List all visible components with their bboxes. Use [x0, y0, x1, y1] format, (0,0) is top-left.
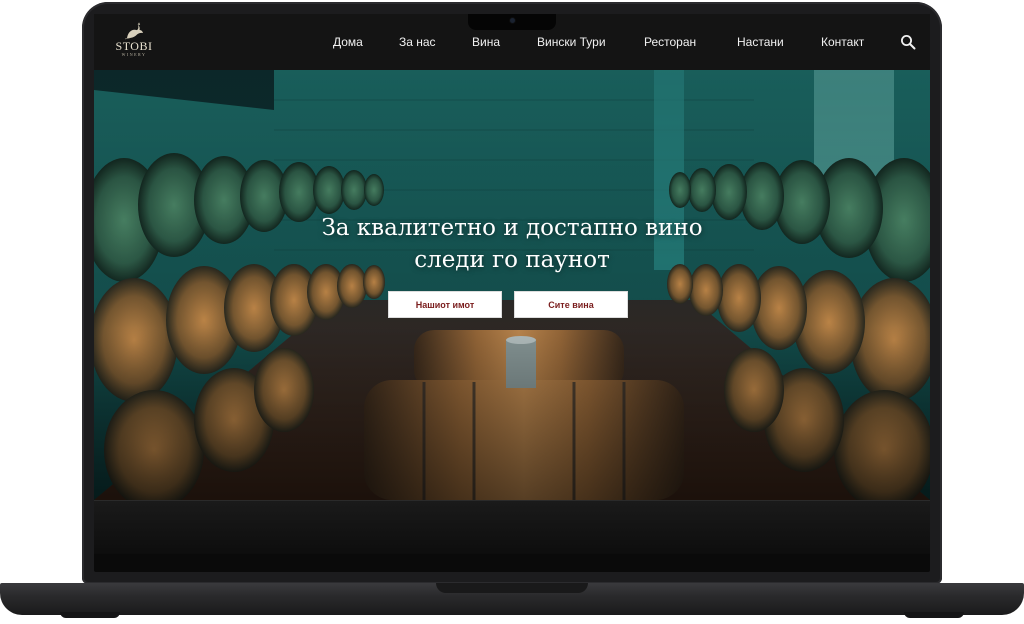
cellar-background-image — [94, 70, 930, 500]
hero-title-line2: следи го паунот — [414, 247, 610, 273]
nav-item-about[interactable]: За нас — [399, 34, 436, 50]
nav-item-home[interactable]: Дома — [333, 34, 363, 50]
camera-icon — [510, 18, 515, 23]
nav-item-wines[interactable]: Вина — [472, 34, 500, 50]
hero-section: За квалитетно и достапно вино следи го п… — [94, 70, 930, 500]
laptop-foot-right — [904, 612, 964, 618]
our-estate-button[interactable]: Нашиот имот — [388, 291, 502, 318]
nav-item-restaurant[interactable]: Ресторан — [644, 34, 696, 50]
browser-viewport: STOBI WINERY Дома За нас Вина Вински Тур… — [94, 14, 930, 554]
camera-notch — [468, 14, 556, 30]
opening-groove — [436, 583, 588, 593]
search-icon[interactable] — [900, 34, 916, 50]
below-fold-section — [94, 500, 930, 554]
nav-item-events[interactable]: Настани — [737, 34, 784, 50]
hero-title: За квалитетно и достапно вино следи го п… — [94, 212, 930, 276]
laptop-base — [0, 583, 1024, 615]
laptop-foot-left — [60, 612, 120, 618]
hero-title-line1: За квалитетно и достапно вино — [321, 215, 703, 241]
all-wines-button[interactable]: Сите вина — [514, 291, 628, 318]
nav-item-contact[interactable]: Контакт — [821, 34, 864, 50]
nav-item-wine-tours[interactable]: Вински Тури — [537, 34, 606, 50]
